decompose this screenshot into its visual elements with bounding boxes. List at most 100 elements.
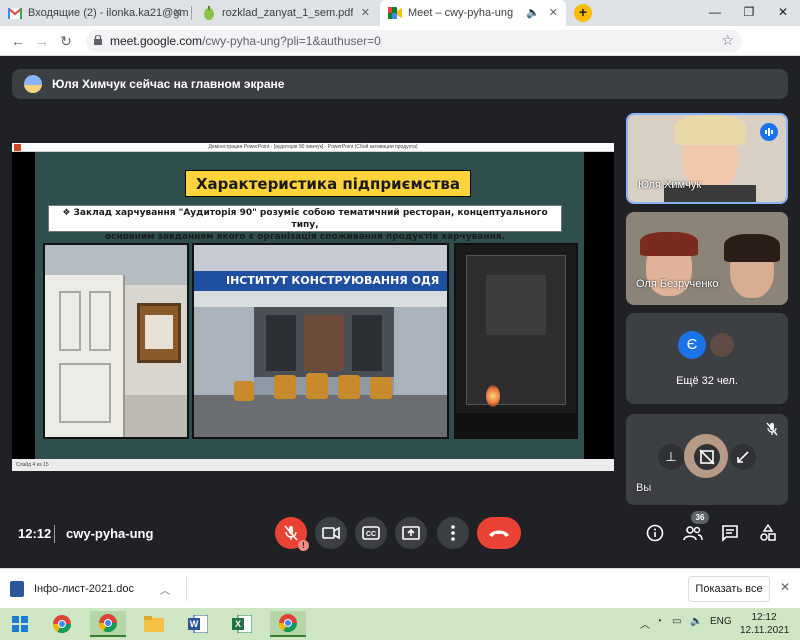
new-tab-button[interactable]: +	[574, 4, 592, 22]
presentation-screen: Демонстрация PowerPoint - [аудиторія 90 …	[12, 143, 614, 471]
reload-icon[interactable]: ↻	[56, 31, 76, 51]
svg-text:X: X	[235, 619, 241, 629]
file-explorer-icon[interactable]	[136, 611, 172, 637]
download-file-name: Інфо-лист-2021.doc	[34, 583, 134, 595]
present-screen-icon	[402, 526, 420, 540]
self-tile[interactable]: ⊥ Вы	[626, 414, 788, 505]
people-icon	[683, 526, 703, 541]
shapes-icon	[760, 524, 776, 541]
close-icon[interactable]: ✕	[173, 6, 182, 19]
minimize-icon[interactable]: —	[698, 0, 732, 26]
lock-icon	[94, 35, 102, 45]
url-input[interactable]: meet.google.com/cwy-pyha-ung?pli=1&authu…	[86, 30, 742, 52]
slide-title: Характеристика підприємства	[185, 170, 471, 197]
language-indicator[interactable]: ENG	[710, 616, 732, 627]
meeting-time: 12:12	[18, 526, 52, 541]
activities-button[interactable]	[756, 521, 780, 545]
chat-button[interactable]	[718, 521, 742, 545]
meet-stage: Юля Химчук сейчас на главном экране Демо…	[0, 57, 800, 568]
powerpoint-icon	[14, 144, 21, 151]
presenting-banner: Юля Химчук сейчас на главном экране	[12, 69, 788, 99]
tab-pdf[interactable]: rozklad_zanyat_1_sem.pdf ✕	[194, 0, 378, 26]
close-icon[interactable]: ✕	[549, 6, 558, 19]
speaking-indicator-icon	[760, 123, 778, 141]
windows-start-icon[interactable]	[2, 611, 38, 637]
ppt-status-bar: Слайд 4 из 15	[12, 459, 614, 471]
participant-tile-2[interactable]: Оля Безрученко	[626, 212, 788, 305]
photo-entrance	[43, 243, 189, 439]
more-participants-tile[interactable]: Є Ещё 32 чел.	[626, 313, 788, 404]
excel-taskbar-icon[interactable]: X	[224, 611, 260, 637]
hide-self-icon[interactable]	[694, 444, 720, 470]
captions-button[interactable]: CC	[355, 517, 387, 549]
participant-photo-avatar	[708, 331, 736, 359]
address-bar: ← → ↻ meet.google.com/cwy-pyha-ung?pli=1…	[0, 26, 800, 75]
chevron-up-icon[interactable]: ︿	[160, 582, 170, 597]
slide-body-line: основним завданням якого є організація с…	[104, 232, 505, 242]
minimize-self-icon[interactable]	[730, 444, 756, 470]
end-call-button[interactable]	[477, 517, 521, 549]
back-icon[interactable]: ←	[8, 31, 28, 51]
presenter-avatar	[24, 75, 42, 93]
wifi-icon[interactable]: ◔	[656, 616, 662, 627]
slide: Характеристика підприємства ❖ Заклад хар…	[35, 152, 584, 459]
close-window-icon[interactable]: ✕	[766, 0, 800, 26]
meeting-details-button[interactable]	[643, 521, 667, 545]
forward-icon[interactable]: →	[32, 31, 52, 51]
meet-icon	[388, 6, 402, 20]
tab-label: Входящие (2) - ilonka.ka21@gm	[28, 7, 189, 19]
maximize-icon[interactable]: ❐	[732, 0, 766, 26]
tray-chevron-icon[interactable]: ︿	[640, 616, 650, 631]
mic-toggle-button[interactable]: !	[275, 517, 309, 551]
url-host: meet.google.com	[110, 34, 203, 48]
url-path: /cwy-pyha-ung?pli=1&authuser=0	[202, 34, 381, 48]
word-taskbar-icon[interactable]: W	[180, 611, 216, 637]
mute-tab-icon[interactable]: 🔈	[526, 6, 540, 19]
svg-text:W: W	[190, 619, 199, 629]
self-name: Вы	[636, 482, 652, 494]
download-item[interactable]: Інфо-лист-2021.doc	[10, 577, 134, 601]
present-button[interactable]	[395, 517, 427, 549]
participant-initial-avatar: Є	[678, 331, 706, 359]
info-icon	[646, 524, 664, 542]
tab-label: Meet – cwy-pyha-ung	[408, 7, 514, 19]
chrome-taskbar-icon[interactable]	[44, 611, 80, 637]
participant-tile-presenter[interactable]: Юля Химчук	[626, 113, 788, 204]
close-icon[interactable]: ✕	[780, 580, 790, 594]
chrome-profile-taskbar-icon[interactable]	[90, 611, 126, 637]
show-all-button[interactable]: Показать все	[688, 576, 770, 602]
battery-icon[interactable]: ▭	[672, 616, 681, 627]
participants-button[interactable]	[681, 521, 705, 545]
hang-up-icon	[489, 530, 509, 537]
volume-icon[interactable]: 🔈	[690, 616, 702, 627]
tab-gmail[interactable]: Входящие (2) - ilonka.ka21@gm ✕	[0, 0, 190, 26]
slide-margin-left	[12, 152, 35, 459]
close-icon[interactable]: ✕	[361, 6, 370, 19]
slide-margin-right	[584, 152, 614, 459]
meeting-code: cwy-pyha-ung	[66, 526, 154, 541]
chat-icon	[722, 525, 738, 542]
camera-icon	[322, 527, 340, 539]
chrome-active-taskbar-icon[interactable]	[270, 611, 306, 637]
more-options-button[interactable]	[437, 517, 469, 549]
slide-body: ❖ Заклад харчування "Аудиторія 90" розум…	[48, 205, 562, 242]
pin-icon[interactable]: ⊥	[658, 444, 684, 470]
star-icon[interactable]: ☆	[721, 32, 734, 49]
windows-taskbar: W X ︿ ◔ ▭ 🔈 ENG 12:12 12.11.2021	[0, 608, 800, 640]
mic-off-icon	[284, 525, 298, 541]
photo-lantern	[454, 243, 578, 439]
tab-meet[interactable]: Meet – cwy-pyha-ung 🔈 ✕	[380, 0, 566, 26]
warning-icon: !	[298, 540, 309, 551]
building-sign: ІНСТИТУТ КОНСТРУЮВАННЯ ОДЯ	[194, 271, 447, 291]
participant-count-badge: 36	[691, 511, 709, 524]
banner-text: Юля Химчук сейчас на главном экране	[52, 77, 285, 91]
tab-label: rozklad_zanyat_1_sem.pdf	[222, 7, 354, 19]
divider	[54, 525, 55, 543]
system-date: 12.11.2021	[740, 625, 790, 636]
pdf-icon	[202, 6, 216, 20]
more-participants-label: Ещё 32 чел.	[676, 375, 738, 387]
system-clock[interactable]: 12:12 12.11.2021	[740, 611, 790, 637]
slide-body-line: ❖ Заклад харчування "Аудиторія 90" розум…	[62, 208, 548, 230]
camera-toggle-button[interactable]	[315, 517, 347, 549]
url-text: meet.google.com/cwy-pyha-ung?pli=1&authu…	[110, 34, 381, 48]
